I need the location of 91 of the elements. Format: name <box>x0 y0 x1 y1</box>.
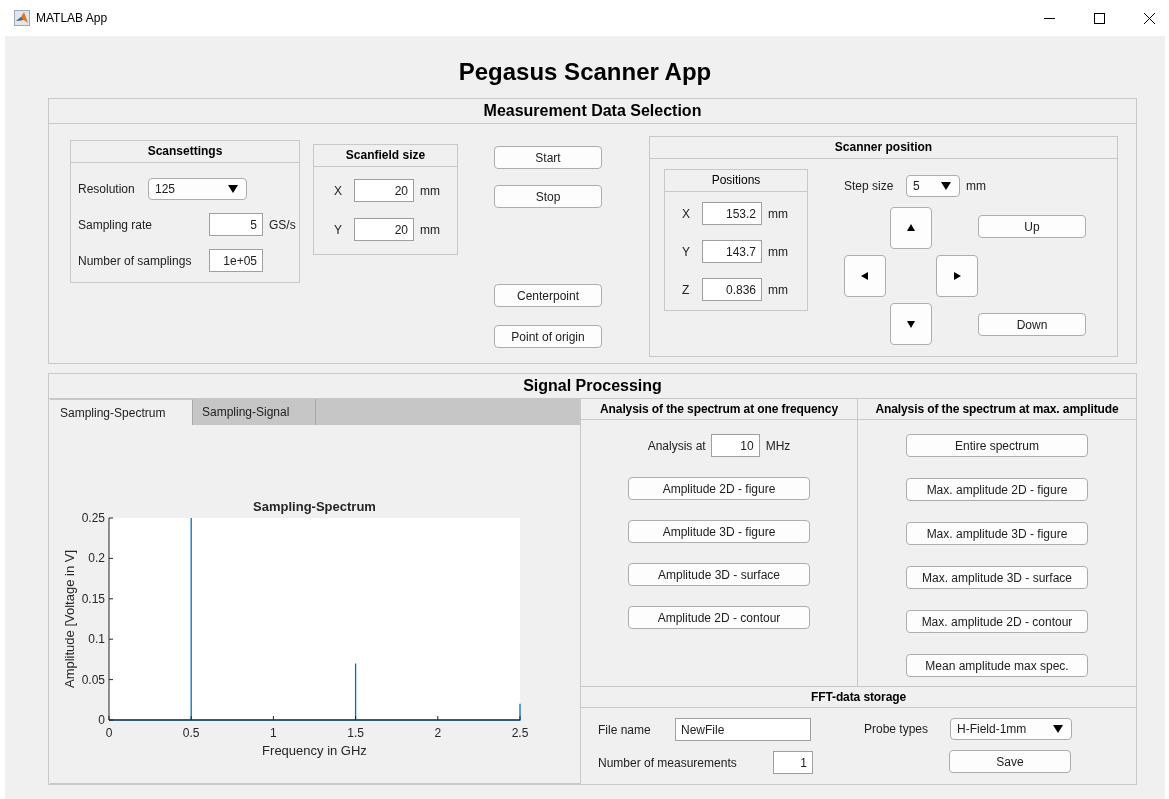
left-arrow-button[interactable] <box>844 255 886 297</box>
action-button[interactable]: Point of origin <box>494 325 602 348</box>
down-button[interactable]: Down <box>978 313 1086 336</box>
action-button[interactable]: Amplitude 2D - contour <box>628 606 810 629</box>
field-label: X <box>682 206 691 221</box>
tick-label: 0.5 <box>182 726 200 740</box>
action-button[interactable]: Centerpoint <box>494 284 602 307</box>
app-logo-icon <box>14 10 30 26</box>
action-button[interactable]: Max. amplitude 2D - figure <box>906 478 1088 501</box>
tick-label: 0.05 <box>81 672 105 687</box>
panel-title: Measurement Data Selection <box>49 99 1136 124</box>
panel-title: Scanner position <box>650 137 1117 159</box>
up-arrow-button[interactable] <box>890 207 932 249</box>
tick-label: 1.5 <box>347 726 364 740</box>
axis-title: Amplitude [Voltage in V] <box>62 550 77 688</box>
number-field[interactable]: 5 <box>209 213 263 236</box>
field-label: Step size <box>844 179 895 193</box>
unit-label: mm <box>966 179 986 193</box>
field-label: Sampling rate <box>78 217 154 232</box>
number-field[interactable]: 153.2 <box>702 202 762 225</box>
save-button[interactable]: Save <box>949 750 1071 773</box>
number-field[interactable]: 0.836 <box>702 278 762 301</box>
number-field[interactable]: 10 <box>710 434 760 457</box>
caret-icon <box>941 182 951 190</box>
panel-title: Scansettings <box>71 141 299 163</box>
maximize-icon[interactable] <box>1094 12 1105 24</box>
unit-label: mm <box>768 206 788 221</box>
tick-label: 0.1 <box>88 632 105 647</box>
down-arrow-button[interactable] <box>890 303 932 345</box>
number-field[interactable]: 20 <box>354 179 414 202</box>
action-button[interactable]: Max. amplitude 2D - contour <box>906 610 1088 633</box>
action-button[interactable]: Amplitude 2D - figure <box>628 477 810 500</box>
action-button[interactable]: Max. amplitude 3D - surface <box>906 566 1088 589</box>
window-title: MATLAB App <box>36 11 108 25</box>
tick-label: 0.25 <box>81 511 105 525</box>
number-field[interactable]: 20 <box>354 218 414 241</box>
tick-label: 0 <box>98 713 105 727</box>
probe-type-dropdown[interactable]: H-Field-1mm <box>950 718 1072 740</box>
field-label: File name <box>598 722 652 737</box>
triangle-down-icon <box>906 319 916 329</box>
tick-label: 2.5 <box>511 726 529 740</box>
triangle-left-icon <box>860 271 870 281</box>
resolution-dropdown[interactable]: 125 <box>148 178 247 200</box>
number-field[interactable]: 1e+05 <box>209 249 263 272</box>
tick-label: 1 <box>270 726 277 740</box>
triangle-up-icon <box>906 223 916 233</box>
panel-title: Analysis of the spectrum at max. amplitude <box>858 399 1136 420</box>
field-label: Z <box>682 282 691 297</box>
tab[interactable]: Sampling-Spectrum <box>50 399 193 425</box>
panel-title: Positions <box>665 170 807 192</box>
number-field[interactable]: 143.7 <box>702 240 762 263</box>
action-button[interactable]: Start <box>494 146 602 169</box>
close-icon[interactable] <box>1144 12 1155 24</box>
triangle-right-icon <box>952 271 962 281</box>
tick-label: 0.2 <box>88 551 105 566</box>
panel-title: Scanfield size <box>314 145 457 167</box>
app-title: Pegasus Scanner App <box>457 58 713 87</box>
field-label: Number of measurements <box>598 755 738 770</box>
unit-label: mm <box>768 282 788 297</box>
action-button[interactable]: Amplitude 3D - figure <box>628 520 810 543</box>
action-button[interactable]: Mean amplitude max spec. <box>906 654 1088 677</box>
field-label: Resolution <box>78 182 136 196</box>
action-button[interactable]: Max. amplitude 3D - figure <box>906 522 1088 545</box>
unit-label: mm <box>420 222 440 237</box>
number-field[interactable]: 1 <box>773 751 813 774</box>
panel-title: FFT-data storage <box>581 687 1136 708</box>
unit-label: GS/s <box>269 217 296 232</box>
field-label: Y <box>682 244 691 259</box>
caret-icon <box>1053 725 1063 733</box>
tick-label: 2 <box>434 726 442 740</box>
caret-icon <box>228 185 238 193</box>
right-arrow-button[interactable] <box>936 255 978 297</box>
step-size-dropdown[interactable]: 5 <box>906 175 960 197</box>
field-label: Number of samplings <box>78 253 193 268</box>
field-label: X <box>334 183 343 198</box>
tick-label: 0.15 <box>81 591 105 606</box>
up-button[interactable]: Up <box>978 215 1086 238</box>
axis-title: Frequency in GHz <box>262 743 367 758</box>
field-label: Probe types <box>864 722 930 736</box>
tick-label: 0 <box>105 726 113 740</box>
field-label: Y <box>334 222 343 237</box>
panel-title: Analysis of the spectrum at one frequency <box>581 399 857 420</box>
action-button[interactable]: Amplitude 3D - surface <box>628 563 810 586</box>
action-button[interactable]: Entire spectrum <box>906 434 1088 457</box>
field-label: Analysis at <box>647 438 706 453</box>
chart-title: Sampling-Spectrum <box>253 499 376 514</box>
unit-label: mm <box>420 183 440 198</box>
action-button[interactable]: Stop <box>494 185 602 208</box>
unit-label: MHz <box>765 438 791 453</box>
text-field[interactable]: NewFile <box>675 718 811 741</box>
unit-label: mm <box>768 244 788 259</box>
